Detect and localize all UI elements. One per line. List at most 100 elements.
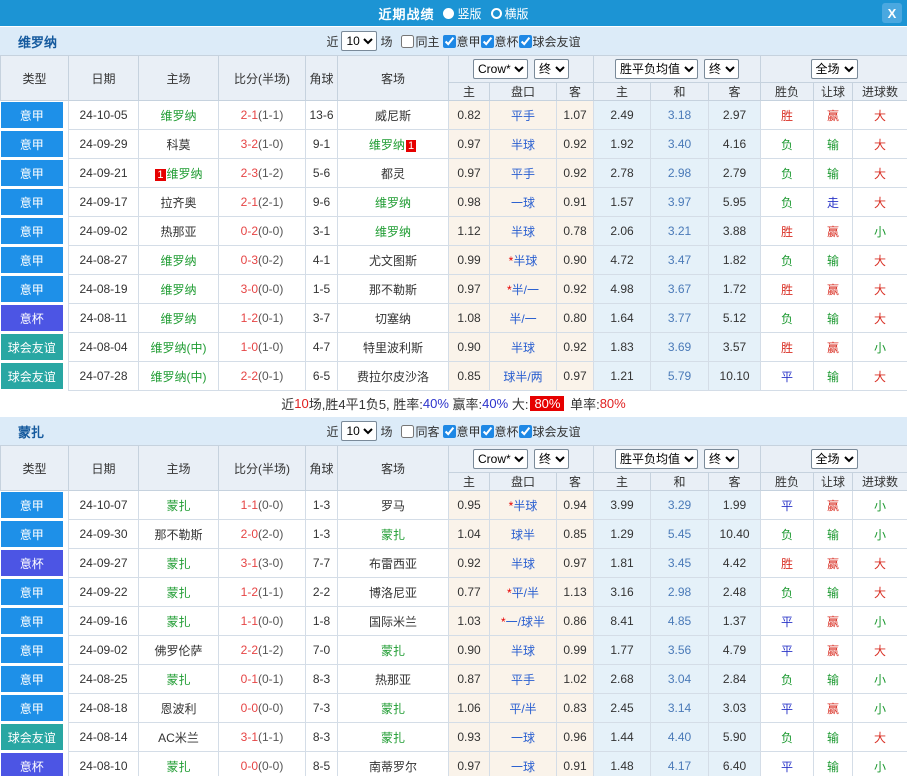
vertical-layout-radio[interactable] (443, 8, 454, 19)
league-filter[interactable]: 球会友谊 (519, 423, 581, 440)
handicap-result-cell: 输 (814, 130, 853, 159)
vertical-layout-label[interactable]: 竖版 (457, 5, 481, 22)
away-team-cell: 罗马 (338, 491, 449, 520)
handicap-result-cell: 赢 (814, 607, 853, 636)
same-venue-filter[interactable]: 同主 (401, 33, 439, 50)
final-avg-select[interactable]: 终 (704, 449, 739, 469)
half-time-score: (0-0) (258, 224, 283, 238)
lose-odds-cell: 10.40 (709, 520, 761, 549)
date-cell: 24-10-05 (69, 101, 139, 130)
home-odds-cell: 0.92 (449, 549, 490, 578)
match-row: 意甲24-09-02热那亚0-2(0-0)3-1维罗纳1.12半球0.782.0… (1, 217, 907, 246)
home-odds-cell: 0.99 (449, 246, 490, 275)
league-checkbox[interactable] (443, 35, 456, 48)
league-label: 球会友谊 (533, 33, 581, 50)
home-team-cell: 蒙扎 (139, 752, 219, 776)
avg-odds-select[interactable]: 胜平负均值 (615, 59, 698, 79)
league-filter[interactable]: 意甲 (443, 33, 481, 50)
summary-segment: 场,胜4平1负5, (309, 394, 394, 413)
date-cell: 24-07-28 (69, 362, 139, 391)
date-cell: 24-08-04 (69, 333, 139, 362)
final-odds-select[interactable]: 终 (534, 449, 569, 469)
match-row: 意甲24-09-30那不勒斯2-0(2-0)1-3蒙扎1.04球半0.851.2… (1, 520, 907, 549)
goals-result-cell: 小 (853, 217, 907, 246)
match-row: 意甲24-09-17拉齐奥2-1(2-1)9-6维罗纳0.98一球0.911.5… (1, 188, 907, 217)
same-venue-checkbox[interactable] (401, 35, 414, 48)
date-cell: 24-09-16 (69, 607, 139, 636)
handicap-cell: 半球 (490, 549, 557, 578)
horizontal-layout-label[interactable]: 横版 (505, 5, 529, 22)
final-avg-select[interactable]: 终 (704, 59, 739, 79)
handicap-label: 半/一 (512, 283, 539, 297)
full-time-score: 2-1 (241, 195, 258, 209)
bookmaker-select[interactable]: Crow* (473, 449, 528, 469)
type-cell: 意甲 (1, 275, 69, 304)
team-label: 威尼斯 (375, 109, 411, 123)
league-filter[interactable]: 球会友谊 (519, 33, 581, 50)
home-odds-cell: 0.85 (449, 362, 490, 391)
league-checkbox[interactable] (481, 425, 494, 438)
league-filter[interactable]: 意甲 (443, 423, 481, 440)
scope-select[interactable]: 全场 (811, 449, 858, 469)
same-venue-checkbox[interactable] (401, 425, 414, 438)
full-time-score: 2-0 (241, 527, 258, 541)
home-odds-cell: 1.08 (449, 304, 490, 333)
handicap-cell: 平手 (490, 665, 557, 694)
league-checkbox[interactable] (481, 35, 494, 48)
date-cell: 24-09-21 (69, 159, 139, 188)
same-venue-filter[interactable]: 同客 (401, 423, 439, 440)
away-team-cell: 博洛尼亚 (338, 578, 449, 607)
close-button[interactable]: X (882, 3, 902, 23)
away-team-cell: 蒙扎 (338, 636, 449, 665)
league-filter[interactable]: 意杯 (481, 423, 519, 440)
summary-segment: 80% (530, 396, 564, 411)
draw-odds-cell: 3.97 (651, 188, 709, 217)
match-row: 意甲24-08-19维罗纳3-0(0-0)1-5那不勒斯0.97*半/一0.92… (1, 275, 907, 304)
goals-result-cell: 小 (853, 665, 907, 694)
league-type-badge: 意甲 (1, 579, 64, 605)
corner-cell: 4-1 (306, 246, 338, 275)
league-filters: 意甲意杯球会友谊 (443, 33, 581, 50)
league-checkbox[interactable] (519, 425, 532, 438)
corner-cell: 8-5 (306, 752, 338, 776)
scope-select[interactable]: 全场 (811, 59, 858, 79)
lose-odds-cell: 2.48 (709, 578, 761, 607)
handicap-cell: *平/半 (490, 578, 557, 607)
league-type-badge: 意甲 (1, 131, 64, 157)
corner-cell: 8-3 (306, 723, 338, 752)
win-odds-cell: 1.83 (594, 333, 651, 362)
corner-cell: 1-3 (306, 491, 338, 520)
horizontal-layout-radio[interactable] (491, 8, 502, 19)
type-cell: 球会友谊 (1, 362, 69, 391)
handicap-result-cell: 输 (814, 520, 853, 549)
match-row: 球会友谊24-07-28维罗纳(中)2-2(0-1)6-5费拉尔皮沙洛0.85球… (1, 362, 907, 391)
away-odds-cell: 0.92 (557, 333, 594, 362)
bookmaker-select[interactable]: Crow* (473, 59, 528, 79)
score-cell: 1-2(1-1) (219, 578, 306, 607)
corner-cell: 3-7 (306, 304, 338, 333)
date-cell: 24-08-14 (69, 723, 139, 752)
win-odds-cell: 2.49 (594, 101, 651, 130)
type-cell: 意甲 (1, 607, 69, 636)
result-cell: 负 (761, 723, 814, 752)
avg-odds-select[interactable]: 胜平负均值 (615, 449, 698, 469)
league-checkbox[interactable] (443, 425, 456, 438)
home-odds-cell: 1.12 (449, 217, 490, 246)
corner-cell: 5-6 (306, 159, 338, 188)
score-cell: 3-2(1-0) (219, 130, 306, 159)
type-cell: 意杯 (1, 752, 69, 776)
away-odds-cell: 0.90 (557, 246, 594, 275)
match-rows: 意甲24-10-07蒙扎1-1(0-0)1-3罗马0.95*半球0.943.99… (1, 491, 907, 776)
win-odds-cell: 1.21 (594, 362, 651, 391)
match-count-select[interactable]: 10 (341, 31, 377, 51)
away-team-cell: 切塞纳 (338, 304, 449, 333)
league-filter[interactable]: 意杯 (481, 33, 519, 50)
final-odds-select[interactable]: 终 (534, 59, 569, 79)
team-label: AC米兰 (158, 731, 199, 745)
half-time-score: (0-0) (258, 282, 283, 296)
red-card-badge: 1 (155, 169, 165, 181)
away-odds-cell: 1.02 (557, 665, 594, 694)
league-checkbox[interactable] (519, 35, 532, 48)
score-cell: 0-0(0-0) (219, 752, 306, 776)
match-count-select[interactable]: 10 (341, 421, 377, 441)
